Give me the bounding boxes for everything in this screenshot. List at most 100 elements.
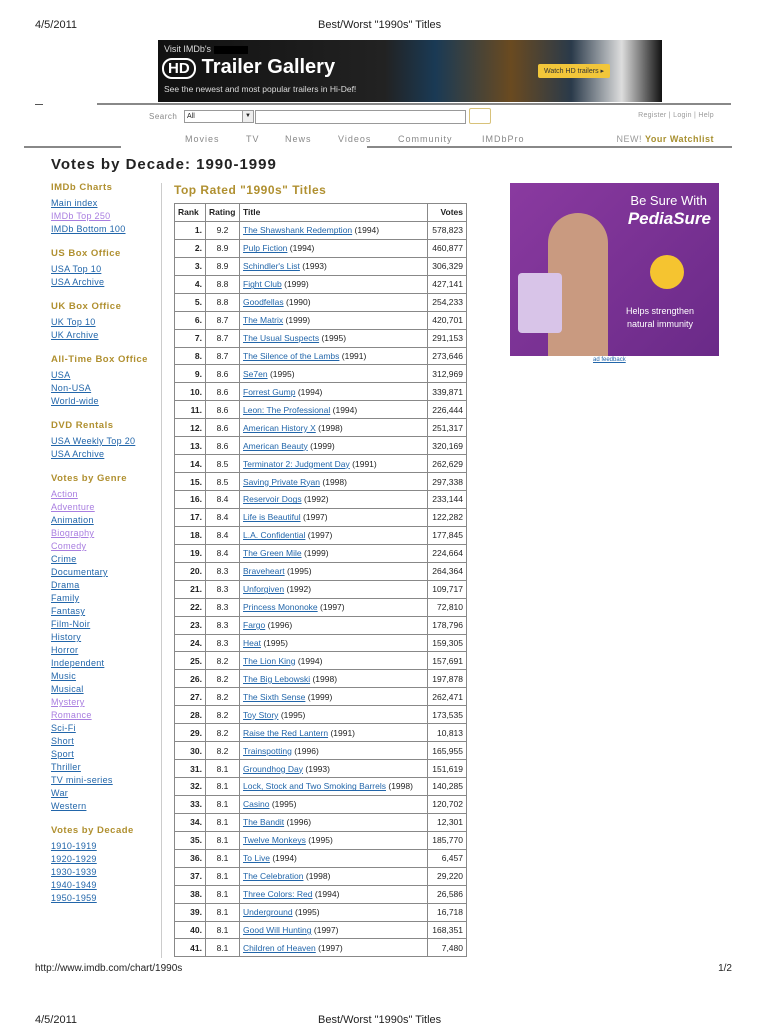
nav-imdbpro[interactable]: IMDbPro: [482, 134, 525, 144]
nav-community[interactable]: Community: [398, 134, 453, 144]
title-link[interactable]: The Lion King: [243, 656, 295, 666]
sidebar-link[interactable]: 1940-1949: [51, 879, 161, 892]
title-link[interactable]: Goodfellas: [243, 297, 284, 307]
sidebar-link[interactable]: 1950-1959: [51, 892, 161, 905]
title-link[interactable]: Reservoir Dogs: [243, 494, 302, 504]
title-link[interactable]: Life is Beautiful: [243, 512, 301, 522]
title-link[interactable]: Underground: [243, 907, 293, 917]
sidebar-link[interactable]: Sci-Fi: [51, 722, 161, 735]
sidebar-link[interactable]: IMDb Top 250: [51, 210, 161, 223]
sidebar-link[interactable]: War: [51, 787, 161, 800]
sidebar-link[interactable]: UK Top 10: [51, 316, 161, 329]
sidebar-link[interactable]: USA Archive: [51, 448, 161, 461]
sidebar-link[interactable]: Thriller: [51, 761, 161, 774]
title-link[interactable]: Unforgiven: [243, 584, 284, 594]
title-link[interactable]: Forrest Gump: [243, 387, 295, 397]
sidebar-link[interactable]: Documentary: [51, 566, 161, 579]
sidebar-link[interactable]: Musical: [51, 683, 161, 696]
sidebar-link[interactable]: Main index: [51, 197, 161, 210]
sidebar-link[interactable]: Fantasy: [51, 605, 161, 618]
sidebar-link[interactable]: Drama: [51, 579, 161, 592]
title-link[interactable]: Raise the Red Lantern: [243, 728, 328, 738]
title-link[interactable]: To Live: [243, 853, 270, 863]
title-link[interactable]: The Celebration: [243, 871, 303, 881]
sidebar-link[interactable]: Animation: [51, 514, 161, 527]
sidebar-link[interactable]: UK Archive: [51, 329, 161, 342]
title-link[interactable]: Se7en: [243, 369, 268, 379]
title-link[interactable]: The Bandit: [243, 817, 284, 827]
sidebar-link[interactable]: Short: [51, 735, 161, 748]
sidebar-link[interactable]: Music: [51, 670, 161, 683]
title-link[interactable]: Fight Club: [243, 279, 282, 289]
title-link[interactable]: The Shawshank Redemption: [243, 225, 352, 235]
sidebar-link[interactable]: 1920-1929: [51, 853, 161, 866]
title-link[interactable]: American History X: [243, 423, 316, 433]
col-title[interactable]: Title: [239, 203, 428, 222]
title-link[interactable]: The Matrix: [243, 315, 283, 325]
title-link[interactable]: Saving Private Ryan: [243, 477, 320, 487]
search-category-select[interactable]: All ▼: [184, 110, 254, 123]
title-link[interactable]: Twelve Monkeys: [243, 835, 306, 845]
sidebar-link[interactable]: Romance: [51, 709, 161, 722]
sidebar-link[interactable]: Biography: [51, 527, 161, 540]
sidebar-link[interactable]: 1910-1919: [51, 840, 161, 853]
search-go-button[interactable]: [469, 108, 491, 124]
sidebar-link[interactable]: World-wide: [51, 395, 161, 408]
sidebar-link[interactable]: USA Top 10: [51, 263, 161, 276]
sidebar-link[interactable]: History: [51, 631, 161, 644]
trailer-gallery-banner[interactable]: Visit IMDb's HD Trailer Gallery See the n…: [158, 40, 662, 102]
nav-news[interactable]: News: [285, 134, 312, 144]
title-link[interactable]: Toy Story: [243, 710, 278, 720]
title-link[interactable]: Terminator 2: Judgment Day: [243, 459, 350, 469]
title-link[interactable]: Leon: The Professional: [243, 405, 330, 415]
sidebar-link[interactable]: Mystery: [51, 696, 161, 709]
sidebar-link[interactable]: Action: [51, 488, 161, 501]
title-link[interactable]: Trainspotting: [243, 746, 292, 756]
title-link[interactable]: The Usual Suspects: [243, 333, 319, 343]
title-link[interactable]: Casino: [243, 799, 269, 809]
title-link[interactable]: Schindler's List: [243, 261, 300, 271]
title-link[interactable]: Good Will Hunting: [243, 925, 312, 935]
sidebar-link[interactable]: Adventure: [51, 501, 161, 514]
sidebar-link[interactable]: TV mini-series: [51, 774, 161, 787]
sidebar-link[interactable]: USA Archive: [51, 276, 161, 289]
pediasure-ad[interactable]: Be Sure With PediaSure Helps strengthen …: [510, 183, 719, 356]
nav-movies[interactable]: Movies: [185, 134, 220, 144]
sidebar-link[interactable]: Independent: [51, 657, 161, 670]
sidebar-link[interactable]: Horror: [51, 644, 161, 657]
sidebar-link[interactable]: Film-Noir: [51, 618, 161, 631]
nav-tv[interactable]: TV: [246, 134, 260, 144]
account-links[interactable]: Register | Login | Help: [638, 112, 714, 119]
sidebar-link[interactable]: Comedy: [51, 540, 161, 553]
sidebar-link[interactable]: USA Weekly Top 20: [51, 435, 161, 448]
title-link[interactable]: American Beauty: [243, 441, 308, 451]
sidebar-link[interactable]: IMDb Bottom 100: [51, 223, 161, 236]
nav-videos[interactable]: Videos: [338, 134, 371, 144]
title-link[interactable]: Children of Heaven: [243, 943, 316, 953]
watch-hd-trailers-button[interactable]: Watch HD trailers ▸: [538, 64, 611, 78]
title-link[interactable]: Fargo: [243, 620, 265, 630]
sidebar-link[interactable]: Non-USA: [51, 382, 161, 395]
title-link[interactable]: Three Colors: Red: [243, 889, 312, 899]
title-link[interactable]: L.A. Confidential: [243, 530, 305, 540]
col-votes[interactable]: Votes: [427, 203, 467, 222]
sidebar-link[interactable]: Western: [51, 800, 161, 813]
title-link[interactable]: Pulp Fiction: [243, 243, 287, 253]
ad-feedback-link[interactable]: ad feedback: [593, 357, 626, 363]
watchlist-link[interactable]: NEW! Your Watchlist: [616, 134, 714, 144]
sidebar-link[interactable]: Sport: [51, 748, 161, 761]
title-link[interactable]: The Sixth Sense: [243, 692, 305, 702]
title-link[interactable]: Braveheart: [243, 566, 285, 576]
title-link[interactable]: Groundhog Day: [243, 764, 303, 774]
search-input[interactable]: [255, 110, 466, 124]
title-link[interactable]: The Silence of the Lambs: [243, 351, 339, 361]
sidebar-link[interactable]: USA: [51, 369, 161, 382]
title-link[interactable]: Heat: [243, 638, 261, 648]
col-rating[interactable]: Rating: [205, 203, 240, 222]
title-link[interactable]: Princess Mononoke: [243, 602, 318, 612]
sidebar-link[interactable]: Crime: [51, 553, 161, 566]
title-link[interactable]: The Big Lebowski: [243, 674, 310, 684]
sidebar-link[interactable]: 1930-1939: [51, 866, 161, 879]
sidebar-link[interactable]: Family: [51, 592, 161, 605]
title-link[interactable]: Lock, Stock and Two Smoking Barrels: [243, 781, 386, 791]
